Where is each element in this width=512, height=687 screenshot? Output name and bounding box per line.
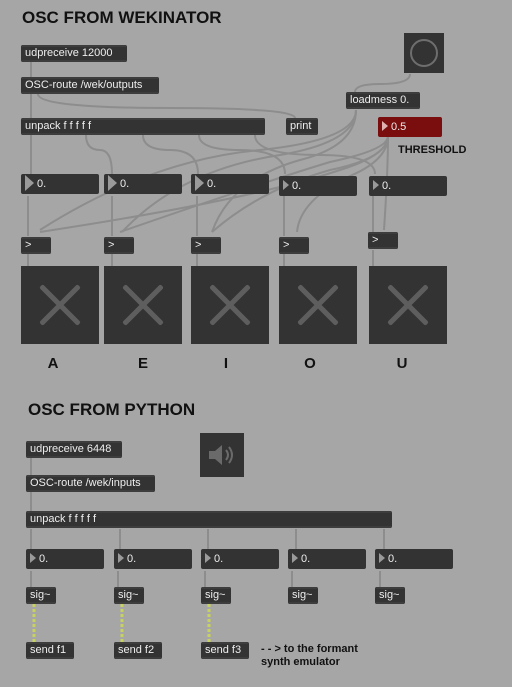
python-number-box-5[interactable]: 0. (375, 549, 453, 569)
print-object[interactable]: print (286, 118, 318, 135)
threshold-number-box[interactable]: 0.5 (378, 117, 442, 137)
cord-unpack-num4 (198, 134, 286, 175)
toggle-a[interactable] (21, 266, 99, 344)
float-number-box-5[interactable]: 0. (369, 176, 447, 196)
python-number-box-2[interactable]: 0. (114, 549, 192, 569)
number-value: 0. (301, 553, 311, 565)
vowel-label-i: I (223, 355, 229, 372)
number-triangle-icon (379, 553, 385, 564)
osc-route-inputs-object[interactable]: OSC-route /wek/inputs (26, 475, 155, 492)
number-triangle-icon (25, 175, 34, 192)
cord-route-print (37, 93, 296, 119)
number-value: 0. (39, 553, 49, 565)
greater-than-object-3[interactable]: > (191, 237, 221, 254)
wekinator-heading: OSC FROM WEKINATOR (22, 8, 222, 27)
ezdac-button[interactable] (200, 433, 244, 477)
udpreceive-12000-object[interactable]: udpreceive 12000 (21, 45, 127, 62)
toggle-o[interactable] (279, 266, 357, 344)
number-triangle-icon (118, 553, 124, 564)
number-value: 0. (382, 180, 392, 192)
bang-button[interactable] (404, 33, 444, 73)
python-number-box-1[interactable]: 0. (26, 549, 104, 569)
unpack-object[interactable]: unpack f f f f f (21, 118, 265, 135)
threshold-label: THRESHOLD (398, 144, 467, 156)
udpreceive-6448-object[interactable]: udpreceive 6448 (26, 441, 122, 458)
send-f1-object[interactable]: send f1 (26, 642, 74, 659)
loadmess-object[interactable]: loadmess 0. (346, 92, 420, 109)
vowel-label-a: A (47, 355, 59, 372)
number-value: 0. (388, 553, 398, 565)
python-number-box-4[interactable]: 0. (288, 549, 366, 569)
sig-object-5[interactable]: sig~ (375, 587, 405, 604)
cord-unpack-num2 (85, 134, 113, 175)
number-triangle-icon (382, 121, 388, 132)
sig-object-1[interactable]: sig~ (26, 587, 56, 604)
number-triangle-icon (373, 180, 379, 191)
threshold-value: 0.5 (391, 121, 407, 133)
toggle-i[interactable] (191, 266, 269, 344)
greater-than-object-1[interactable]: > (21, 237, 51, 254)
python-heading: OSC FROM PYTHON (28, 400, 196, 419)
number-value: 0. (207, 178, 217, 190)
number-triangle-icon (283, 180, 289, 191)
number-value: 0. (120, 178, 130, 190)
number-value: 0. (292, 180, 302, 192)
vowel-label-o: O (304, 355, 316, 372)
bang-circle-icon (410, 39, 438, 67)
number-triangle-icon (195, 175, 204, 192)
toggle-e[interactable] (104, 266, 182, 344)
float-number-box-3[interactable]: 0. (191, 174, 269, 194)
sig-object-4[interactable]: sig~ (288, 587, 318, 604)
number-value: 0. (214, 553, 224, 565)
number-value: 0. (127, 553, 137, 565)
greater-than-object-4[interactable]: > (279, 237, 309, 254)
send-f2-object[interactable]: send f2 (114, 642, 162, 659)
float-number-box-4[interactable]: 0. (279, 176, 357, 196)
send-f3-object[interactable]: send f3 (201, 642, 249, 659)
vowel-label-e: E (137, 355, 148, 372)
number-triangle-icon (108, 175, 117, 192)
number-triangle-icon (292, 553, 298, 564)
toggle-u[interactable] (369, 266, 447, 344)
greater-than-object-5[interactable]: > (368, 232, 398, 249)
sig-object-3[interactable]: sig~ (201, 587, 231, 604)
greater-than-object-2[interactable]: > (104, 237, 134, 254)
number-triangle-icon (205, 553, 211, 564)
number-triangle-icon (30, 553, 36, 564)
float-number-box-1[interactable]: 0. (21, 174, 99, 194)
float-number-box-2[interactable]: 0. (104, 174, 182, 194)
unpack-object-python[interactable]: unpack f f f f f (26, 511, 392, 528)
formant-comment-line1: - - > to the formant (261, 643, 358, 655)
osc-route-outputs-object[interactable]: OSC-route /wek/outputs (21, 77, 159, 94)
number-value: 0. (37, 178, 47, 190)
formant-comment-line2: synth emulator (261, 656, 340, 668)
sig-object-2[interactable]: sig~ (114, 587, 144, 604)
vowel-label-u: U (396, 355, 408, 372)
speaker-icon (209, 445, 233, 465)
cord-bang-loadmess (354, 73, 411, 93)
python-number-box-3[interactable]: 0. (201, 549, 279, 569)
